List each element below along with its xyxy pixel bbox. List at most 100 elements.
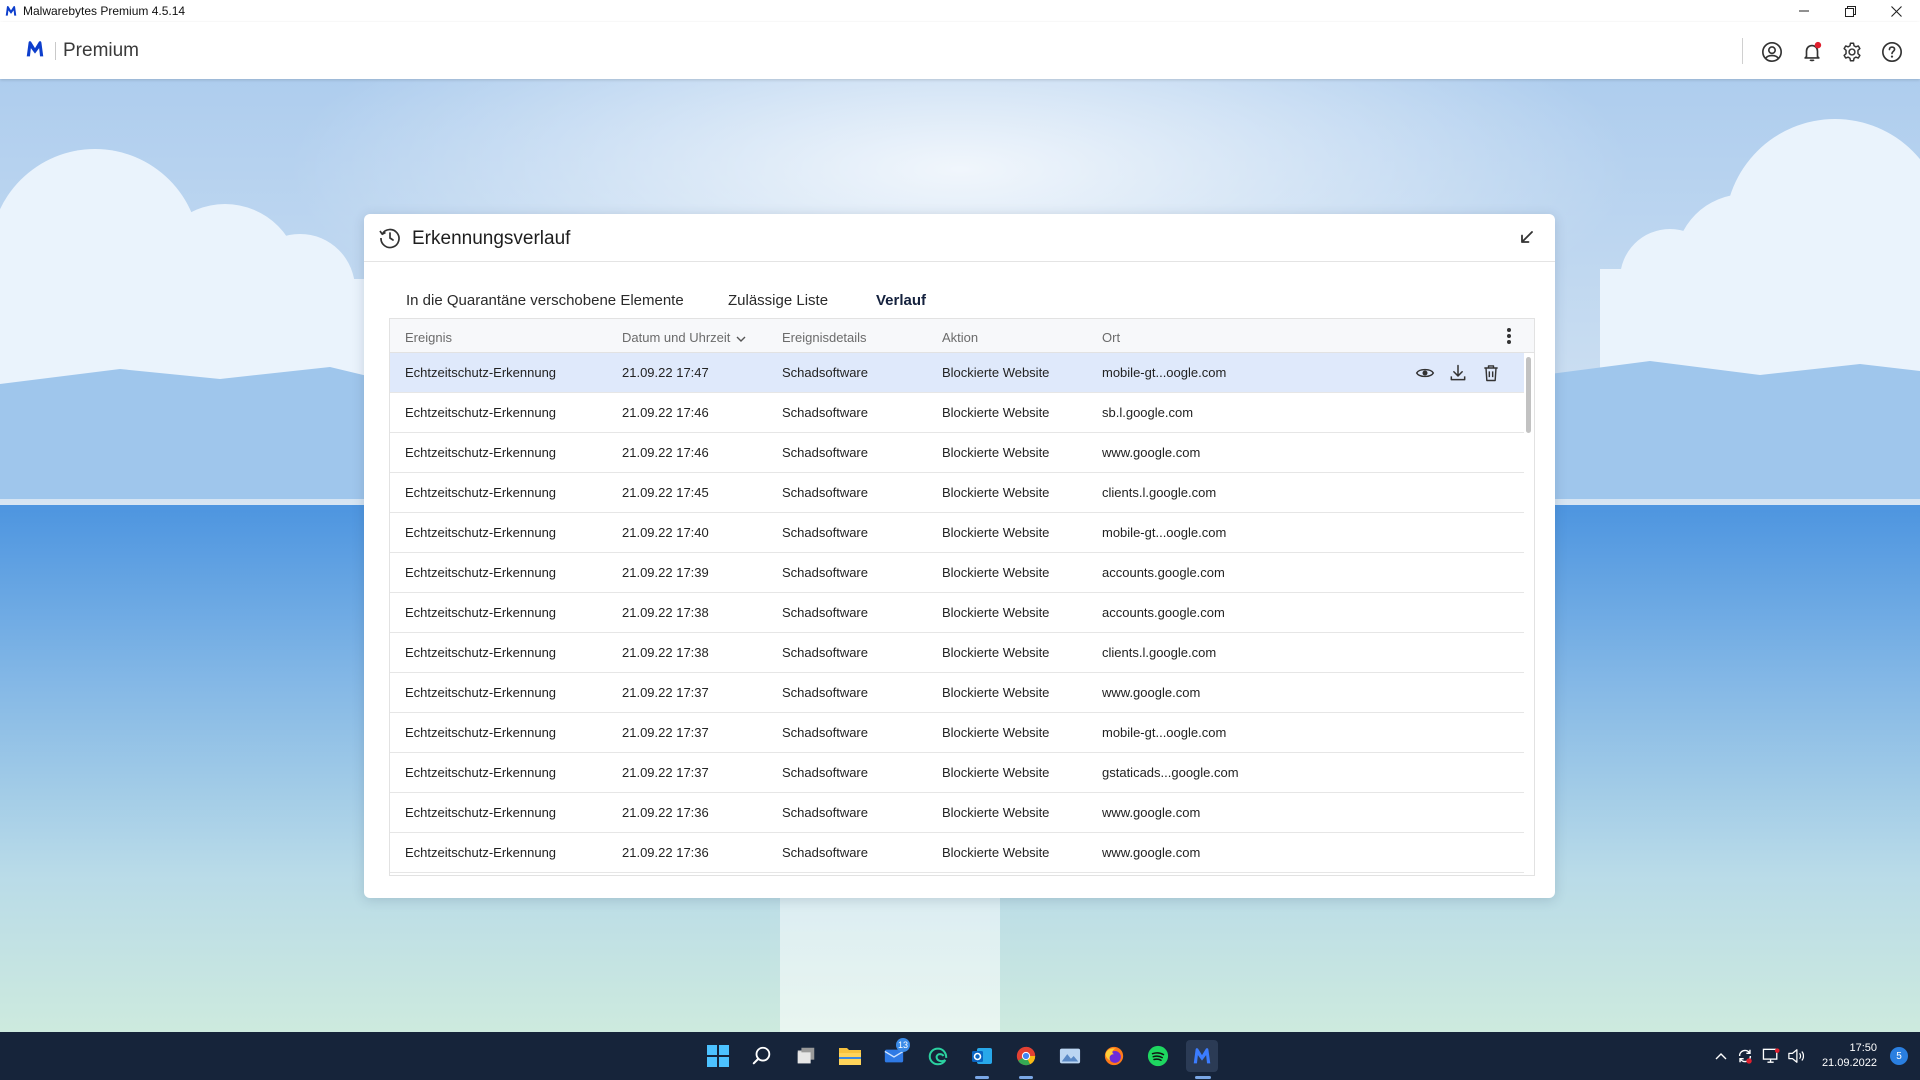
cell-action: Blockierte Website bbox=[942, 605, 1050, 620]
edge-icon[interactable] bbox=[922, 1040, 954, 1072]
cell-details: Schadsoftware bbox=[782, 765, 868, 780]
column-header-details[interactable]: Ereignisdetails bbox=[782, 330, 867, 345]
cell-datetime: 21.09.22 17:46 bbox=[622, 445, 709, 460]
cell-details: Schadsoftware bbox=[782, 565, 868, 580]
table-row[interactable]: Echtzeitschutz-Erkennung 21.09.22 17:37 … bbox=[390, 753, 1524, 793]
task-view-icon[interactable] bbox=[790, 1040, 822, 1072]
cell-action: Blockierte Website bbox=[942, 405, 1050, 420]
outlook-icon[interactable] bbox=[966, 1040, 998, 1072]
volume-icon[interactable] bbox=[1786, 1046, 1806, 1066]
sync-icon[interactable] bbox=[1735, 1046, 1755, 1066]
notifications-bell-icon[interactable] bbox=[1799, 39, 1825, 65]
mail-icon[interactable]: 13 bbox=[878, 1038, 910, 1072]
column-header-datetime[interactable]: Datum und Uhrzeit bbox=[622, 330, 746, 345]
cell-details: Schadsoftware bbox=[782, 685, 868, 700]
cell-datetime: 21.09.22 17:37 bbox=[622, 765, 709, 780]
app-header: Premium bbox=[0, 22, 1920, 79]
clock-date: 21.09.2022 bbox=[1821, 1057, 1877, 1069]
cell-location: clients.l.google.com bbox=[1102, 645, 1217, 660]
trash-icon[interactable] bbox=[1480, 362, 1502, 384]
system-clock[interactable]: 17:50 21.09.2022 bbox=[1822, 1041, 1877, 1071]
cell-event: Echtzeitschutz-Erkennung bbox=[405, 725, 557, 740]
window-title: Malwarebytes Premium 4.5.14 bbox=[23, 4, 186, 18]
table-row[interactable]: Echtzeitschutz-Erkennung 21.09.22 17:38 … bbox=[390, 593, 1524, 633]
malwarebytes-icon[interactable] bbox=[1186, 1040, 1218, 1072]
spotify-icon[interactable] bbox=[1142, 1040, 1174, 1072]
cell-event: Echtzeitschutz-Erkennung bbox=[405, 805, 557, 820]
cell-details: Schadsoftware bbox=[782, 405, 868, 420]
outlook-active-indicator bbox=[975, 1076, 989, 1079]
chrome-icon[interactable] bbox=[1010, 1040, 1042, 1072]
cell-action: Blockierte Website bbox=[942, 445, 1050, 460]
mail-unread-badge: 13 bbox=[896, 1038, 910, 1052]
photos-icon[interactable] bbox=[1054, 1040, 1086, 1072]
more-options-icon[interactable] bbox=[1506, 327, 1512, 345]
cell-action: Blockierte Website bbox=[942, 525, 1050, 540]
network-icon[interactable] bbox=[1761, 1046, 1781, 1066]
column-header-event[interactable]: Ereignis bbox=[405, 330, 452, 345]
cell-event: Echtzeitschutz-Erkennung bbox=[405, 525, 557, 540]
table-row[interactable]: Echtzeitschutz-Erkennung 21.09.22 17:36 … bbox=[390, 833, 1524, 873]
table-row[interactable]: Echtzeitschutz-Erkennung 21.09.22 17:38 … bbox=[390, 633, 1524, 673]
cell-datetime: 21.09.22 17:39 bbox=[622, 565, 709, 580]
panel-header: Erkennungsverlauf bbox=[364, 214, 1555, 262]
column-header-datetime-label: Datum und Uhrzeit bbox=[622, 330, 731, 345]
settings-gear-icon[interactable] bbox=[1839, 39, 1865, 65]
cell-event: Echtzeitschutz-Erkennung bbox=[405, 365, 557, 380]
cell-details: Schadsoftware bbox=[782, 645, 868, 660]
table-row[interactable]: Echtzeitschutz-Erkennung 21.09.22 17:46 … bbox=[390, 433, 1524, 473]
table-scrollbar[interactable] bbox=[1526, 357, 1531, 433]
column-header-location[interactable]: Ort bbox=[1102, 330, 1120, 345]
table-row[interactable]: Echtzeitschutz-Erkennung 21.09.22 17:37 … bbox=[390, 673, 1524, 713]
table-row[interactable]: Echtzeitschutz-Erkennung 21.09.22 17:45 … bbox=[390, 473, 1524, 513]
table-row[interactable]: Echtzeitschutz-Erkennung 21.09.22 17:46 … bbox=[390, 393, 1524, 433]
minimize-button[interactable] bbox=[1781, 0, 1827, 22]
close-button[interactable] bbox=[1873, 0, 1919, 22]
download-icon[interactable] bbox=[1447, 362, 1469, 384]
cell-action: Blockierte Website bbox=[942, 645, 1050, 660]
cell-action: Blockierte Website bbox=[942, 685, 1050, 700]
detection-history-panel: Erkennungsverlauf In die Quarantäne vers… bbox=[364, 214, 1555, 898]
table-row[interactable]: Echtzeitschutz-Erkennung 21.09.22 17:39 … bbox=[390, 553, 1524, 593]
cell-details: Schadsoftware bbox=[782, 365, 868, 380]
table-row[interactable]: Echtzeitschutz-Erkennung 21.09.22 17:47 … bbox=[390, 353, 1524, 393]
help-icon[interactable] bbox=[1879, 39, 1905, 65]
collapse-panel-icon[interactable] bbox=[1517, 228, 1537, 248]
cell-action: Blockierte Website bbox=[942, 765, 1050, 780]
table-row[interactable]: Echtzeitschutz-Erkennung 21.09.22 17:37 … bbox=[390, 713, 1524, 753]
tab-quarantine[interactable]: In die Quarantäne verschobene Elemente bbox=[406, 292, 684, 309]
cell-datetime: 21.09.22 17:38 bbox=[622, 605, 709, 620]
tab-history[interactable]: Verlauf bbox=[876, 292, 926, 309]
table-header: Ereignis Datum und Uhrzeit Ereignisdetai… bbox=[390, 319, 1534, 353]
history-table: Ereignis Datum und Uhrzeit Ereignisdetai… bbox=[389, 318, 1535, 876]
cell-event: Echtzeitschutz-Erkennung bbox=[405, 845, 557, 860]
tab-allow-list[interactable]: Zulässige Liste bbox=[728, 292, 828, 309]
restore-button[interactable] bbox=[1827, 0, 1873, 22]
row-actions bbox=[1414, 362, 1502, 384]
cell-details: Schadsoftware bbox=[782, 445, 868, 460]
chevron-up-icon[interactable] bbox=[1711, 1046, 1731, 1066]
cell-event: Echtzeitschutz-Erkennung bbox=[405, 645, 557, 660]
firefox-icon[interactable] bbox=[1098, 1040, 1130, 1072]
cell-location: accounts.google.com bbox=[1102, 605, 1225, 620]
malwarebytes-active-indicator bbox=[1195, 1076, 1211, 1079]
column-header-action[interactable]: Aktion bbox=[942, 330, 978, 345]
start-icon[interactable] bbox=[702, 1040, 734, 1072]
panel-title: Erkennungsverlauf bbox=[412, 228, 571, 249]
cell-event: Echtzeitschutz-Erkennung bbox=[405, 565, 557, 580]
cell-event: Echtzeitschutz-Erkennung bbox=[405, 405, 557, 420]
cell-datetime: 21.09.22 17:40 bbox=[622, 525, 709, 540]
search-icon[interactable] bbox=[746, 1040, 778, 1072]
cell-datetime: 21.09.22 17:38 bbox=[622, 645, 709, 660]
eye-icon[interactable] bbox=[1414, 362, 1436, 384]
file-explorer-icon[interactable] bbox=[834, 1040, 866, 1072]
windows-taskbar: 13 17:50 21.09.2022 5 bbox=[0, 1032, 1920, 1080]
window-titlebar: Malwarebytes Premium 4.5.14 bbox=[0, 0, 1920, 22]
table-body: Echtzeitschutz-Erkennung 21.09.22 17:47 … bbox=[390, 353, 1524, 873]
account-icon[interactable] bbox=[1759, 39, 1785, 65]
cell-event: Echtzeitschutz-Erkennung bbox=[405, 485, 557, 500]
notification-center-badge[interactable]: 5 bbox=[1890, 1047, 1908, 1065]
table-row[interactable]: Echtzeitschutz-Erkennung 21.09.22 17:40 … bbox=[390, 513, 1524, 553]
cell-details: Schadsoftware bbox=[782, 725, 868, 740]
table-row[interactable]: Echtzeitschutz-Erkennung 21.09.22 17:36 … bbox=[390, 793, 1524, 833]
